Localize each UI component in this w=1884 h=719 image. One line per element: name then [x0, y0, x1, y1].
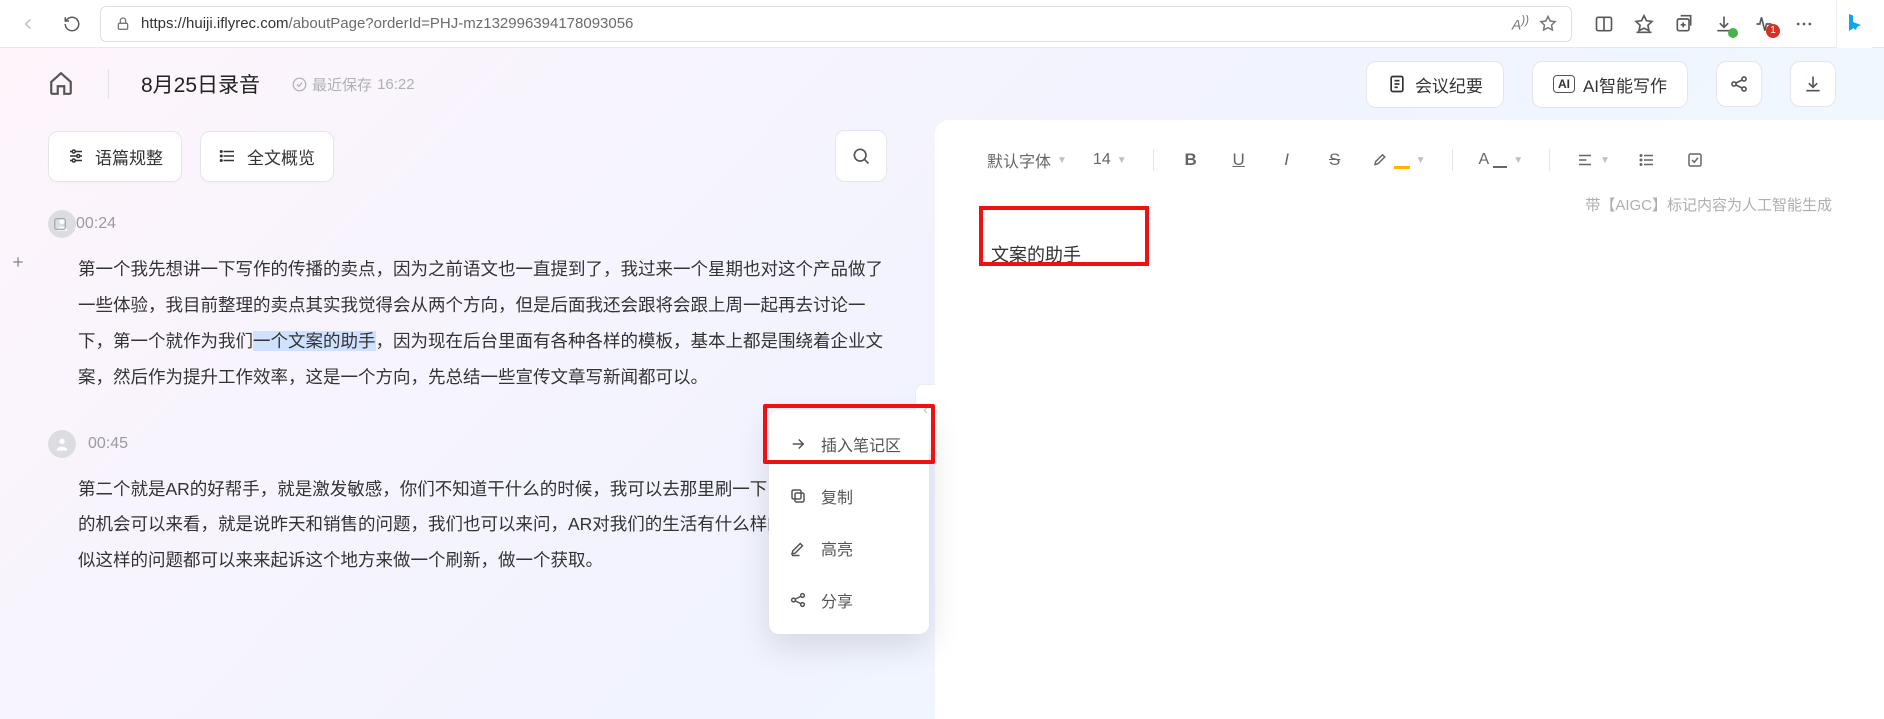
format-toolbar: 默认字体▼ 14▼ B U I S ▼ A▼ ▼: [987, 142, 1832, 190]
list-icon: [219, 147, 237, 165]
ai-icon: AI: [1553, 75, 1575, 93]
divider: [108, 69, 109, 99]
check-circle-icon: [292, 77, 307, 92]
avatar: [48, 430, 76, 458]
timestamp: 00:45: [88, 435, 128, 453]
transcript-entry: 00:45 第二个就是AR的好帮手，就是激发敏感，你们不知道干什么的时候，我可以…: [48, 430, 887, 580]
page-root: 8月25日录音 最近保存16:22 会议纪要 AI AI智能写作 语篇规整: [0, 48, 1884, 719]
ctx-copy[interactable]: 复制: [769, 470, 929, 522]
context-menu: 插入笔记区 复制 高亮 分享: [769, 410, 929, 634]
transcript-entry: 00:24 第一个我先想讲一下写作的传播的卖点，因为之前语文也一直提到了，我过来…: [48, 210, 887, 396]
lock-icon: [115, 16, 131, 32]
ctx-insert-note[interactable]: 插入笔记区: [769, 418, 929, 470]
refresh-button[interactable]: [56, 8, 88, 40]
address-bar[interactable]: https://huiji.iflyrec.com/aboutPage?orde…: [100, 6, 1572, 42]
document-icon: [1387, 74, 1407, 94]
notes-pane: 默认字体▼ 14▼ B U I S ▼ A▼ ▼ 带【AIGC】标记内容为人工智…: [935, 120, 1884, 719]
download-button[interactable]: [1790, 61, 1836, 107]
highlight-color-button[interactable]: ▼: [1372, 151, 1426, 169]
star-icon[interactable]: [1539, 15, 1557, 33]
text-color-button[interactable]: A▼: [1479, 151, 1524, 169]
browser-actions: 1: [1584, 12, 1824, 36]
list-button[interactable]: [1636, 149, 1658, 171]
transcript-text[interactable]: 第一个我先想讲一下写作的传播的卖点，因为之前语文也一直提到了，我过来一个星期也对…: [48, 252, 887, 396]
copy-icon: [789, 487, 807, 505]
editor-content[interactable]: 文案的助手: [987, 233, 1832, 275]
highlighted-text: 一个文案的助手: [253, 331, 376, 351]
save-status: 最近保存16:22: [292, 74, 415, 95]
collections-icon[interactable]: [1672, 12, 1696, 36]
italic-button[interactable]: I: [1276, 149, 1298, 171]
editor[interactable]: 文案的助手: [987, 233, 1832, 275]
ctx-share[interactable]: 分享: [769, 574, 929, 626]
more-icon[interactable]: [1792, 12, 1816, 36]
url-text: https://huiji.iflyrec.com/aboutPage?orde…: [141, 15, 1502, 32]
align-button[interactable]: ▼: [1576, 151, 1610, 169]
timestamp: 00:24: [76, 215, 116, 233]
outline-button[interactable]: 语篇规整: [48, 131, 182, 182]
search-button[interactable]: [835, 130, 887, 182]
checklist-button[interactable]: [1684, 149, 1706, 171]
ctx-highlight[interactable]: 高亮: [769, 522, 929, 574]
read-aloud-icon[interactable]: A)): [1512, 14, 1529, 33]
document-title: 8月25日录音: [141, 69, 260, 99]
home-icon[interactable]: [48, 70, 76, 98]
meeting-summary-button[interactable]: 会议纪要: [1366, 61, 1504, 108]
download-icon[interactable]: [1712, 12, 1736, 36]
aigc-note: 带【AIGC】标记内容为人工智能生成: [987, 194, 1832, 215]
sliders-icon: [67, 147, 85, 165]
font-select[interactable]: 默认字体▼: [987, 148, 1067, 172]
bold-button[interactable]: B: [1180, 149, 1202, 171]
highlight-icon: [789, 539, 807, 557]
sidebar-icon[interactable]: [1592, 12, 1616, 36]
ai-write-button[interactable]: AI AI智能写作: [1532, 61, 1688, 108]
transcript-text[interactable]: 第二个就是AR的好帮手，就是激发敏感，你们不知道干什么的时候，我可以去那里刷一下…: [48, 472, 887, 580]
checkbox-icon[interactable]: [52, 216, 68, 232]
back-button[interactable]: [12, 8, 44, 40]
performance-icon[interactable]: 1: [1752, 12, 1776, 36]
share-button[interactable]: [1716, 61, 1762, 107]
strike-button[interactable]: S: [1324, 149, 1346, 171]
page-topbar: 8月25日录音 最近保存16:22 会议纪要 AI AI智能写作: [0, 48, 1884, 120]
arrow-right-icon: [789, 435, 807, 453]
overview-button[interactable]: 全文概览: [200, 131, 334, 182]
share-icon: [789, 591, 807, 609]
favorites-icon[interactable]: [1632, 12, 1656, 36]
underline-button[interactable]: U: [1228, 149, 1250, 171]
size-select[interactable]: 14▼: [1093, 151, 1127, 169]
browser-toolbar: https://huiji.iflyrec.com/aboutPage?orde…: [0, 0, 1884, 48]
add-icon[interactable]: [10, 254, 26, 270]
